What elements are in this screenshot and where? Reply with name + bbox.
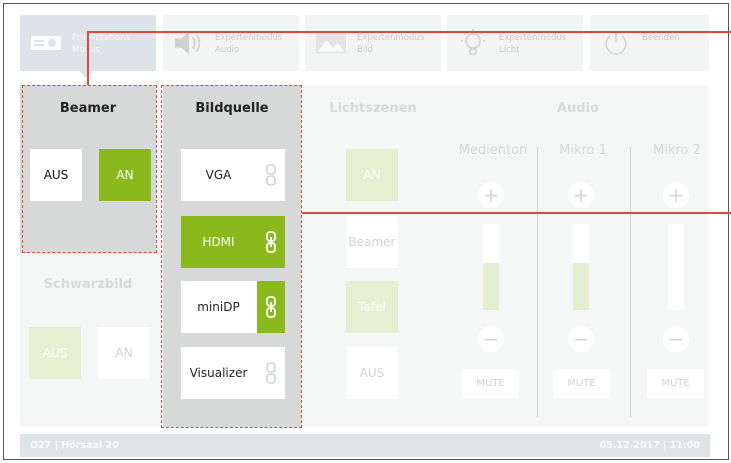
room-label: O27 | Hörsaal 20	[30, 440, 119, 451]
callout-line	[87, 31, 89, 85]
schwarzbild-panel: Schwarzbild AUS AN	[20, 253, 156, 427]
nav-quit[interactable]: Beenden	[590, 15, 709, 71]
divider	[537, 147, 538, 417]
volume-slider[interactable]	[668, 224, 684, 310]
volume-level	[483, 262, 499, 310]
nav-expert-light[interactable]: Expertenmodus Licht	[447, 15, 583, 71]
light-scenes-title: Lichtszenen	[329, 101, 417, 116]
nav-expert-audio[interactable]: Expertenmodus Audio	[163, 15, 299, 71]
schwarzbild-off-button[interactable]: AUS	[29, 327, 81, 379]
volume-up-button[interactable]: +	[663, 182, 689, 208]
volume-level	[573, 262, 589, 310]
volume-up-button[interactable]: +	[568, 182, 594, 208]
nav-expert-image[interactable]: Expertenmodus Bild	[305, 15, 441, 71]
mute-button[interactable]: MUTE	[647, 369, 704, 398]
light-tafel-button[interactable]: Tafel	[346, 281, 398, 333]
volume-down-button[interactable]: −	[663, 326, 689, 352]
channel-name: Mikro 2	[653, 143, 701, 158]
channel-name: Medienton	[458, 143, 528, 158]
projector-icon	[30, 28, 62, 58]
volume-down-button[interactable]: −	[478, 326, 504, 352]
nav-label: Expertenmodus Licht	[499, 33, 567, 55]
light-scenes-panel: Lichtszenen AN Beamer Tafel AUS	[305, 85, 441, 427]
light-beamer-button[interactable]: Beamer	[346, 216, 398, 268]
callout-line	[87, 31, 731, 33]
schwarzbild-title: Schwarzbild	[43, 277, 133, 292]
nav-label: Expertenmodus Bild	[357, 33, 425, 55]
nav-active-caret	[79, 71, 93, 78]
nav-label: Beenden	[642, 33, 680, 43]
nav-label: Expertenmodus Audio	[215, 33, 283, 55]
mute-button[interactable]: MUTE	[462, 369, 519, 398]
divider	[630, 147, 631, 417]
mute-button[interactable]: MUTE	[553, 369, 610, 398]
nav-label: Präsentations Modus	[72, 33, 130, 55]
callout-line	[302, 212, 731, 214]
highlight-source	[161, 85, 302, 428]
volume-down-button[interactable]: −	[568, 326, 594, 352]
volume-slider[interactable]	[573, 224, 589, 310]
date-time: 05.12.2017 | 11:00	[599, 440, 700, 451]
light-on-button[interactable]: AN	[346, 149, 398, 201]
volume-slider[interactable]	[483, 224, 499, 310]
highlight-beamer	[22, 85, 157, 253]
audio-panel: Audio Medienton + − MUTE Mikro 1 + − MUT…	[447, 85, 709, 427]
schwarzbild-on-button[interactable]: AN	[98, 327, 150, 379]
volume-up-button[interactable]: +	[478, 182, 504, 208]
channel-name: Mikro 1	[559, 143, 607, 158]
audio-title: Audio	[556, 101, 599, 116]
light-off-button[interactable]: AUS	[346, 347, 398, 399]
status-bar: O27 | Hörsaal 20 05.12.2017 | 11:00	[20, 434, 710, 457]
